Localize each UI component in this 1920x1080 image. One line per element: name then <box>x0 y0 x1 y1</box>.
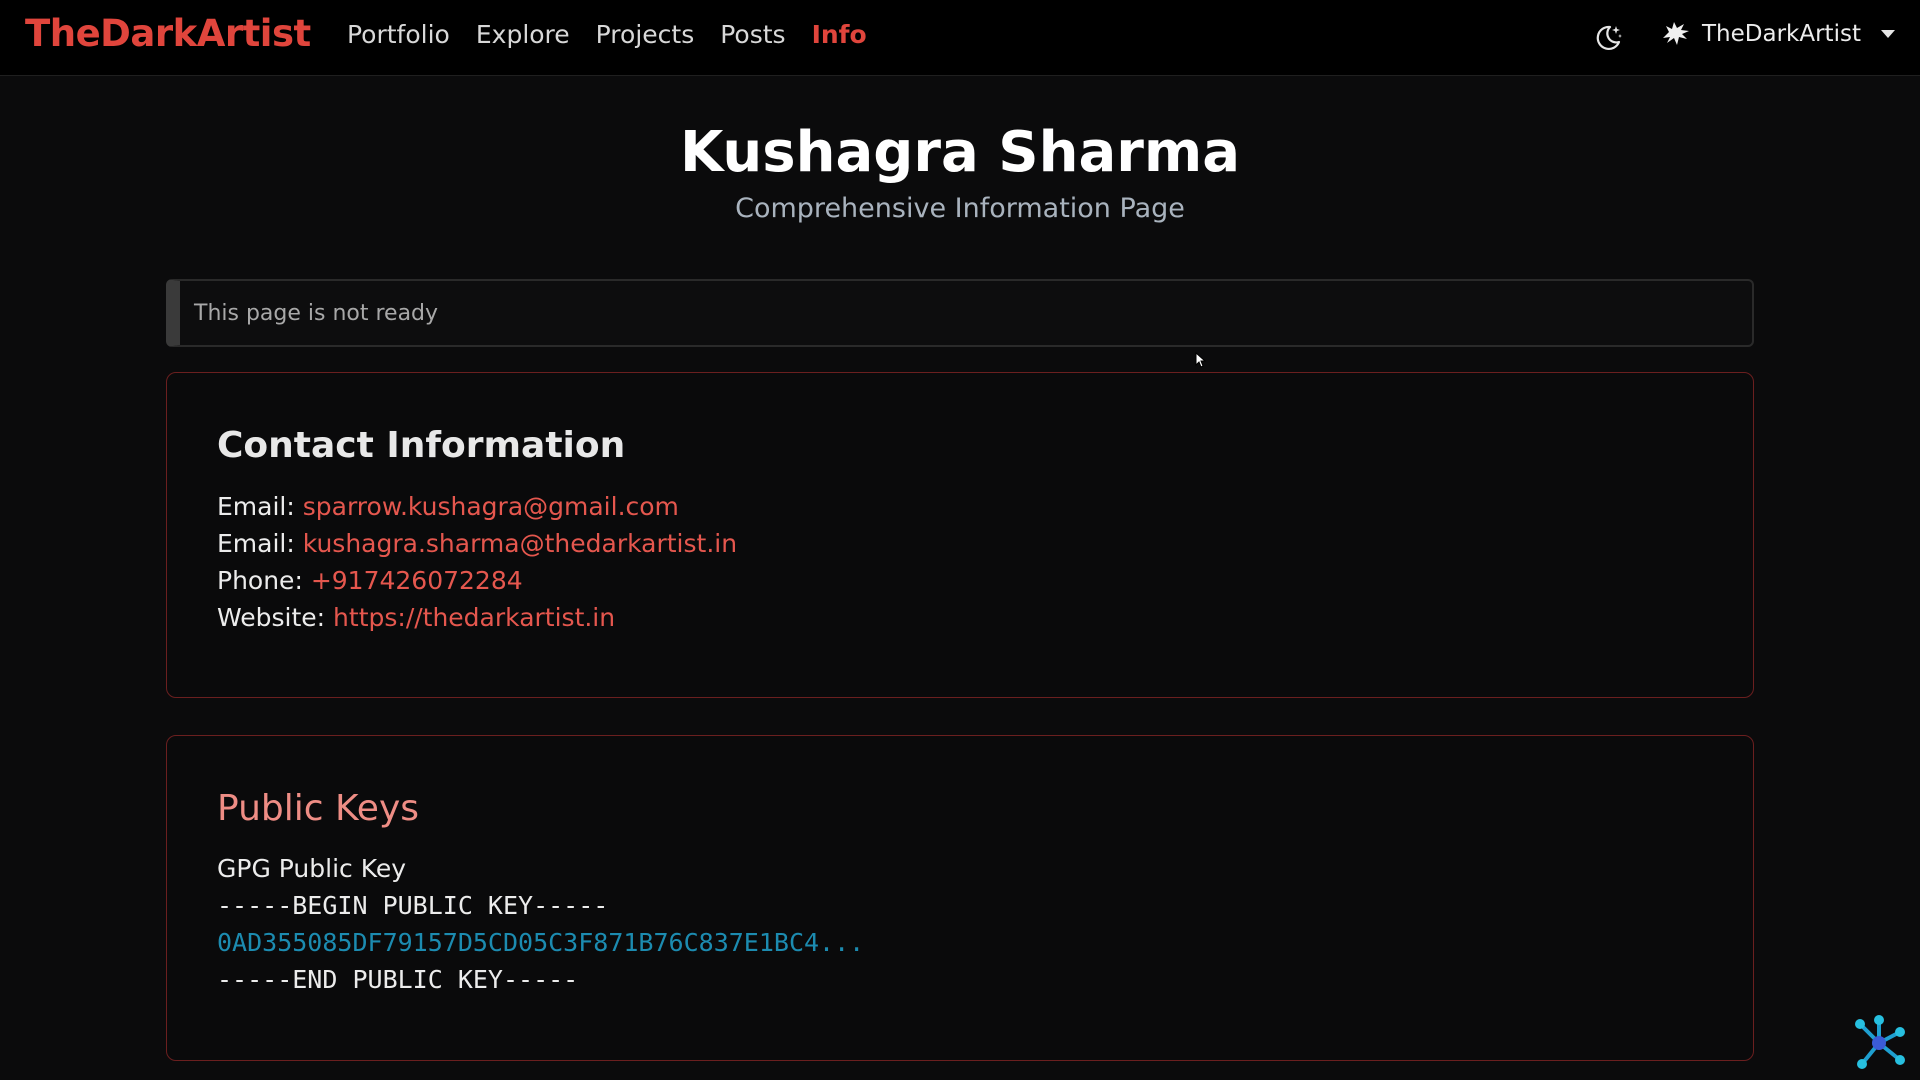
contact-title: Contact Information <box>217 425 626 466</box>
phone-link[interactable]: +917426072284 <box>311 566 523 595</box>
page-subtitle: Comprehensive Information Page <box>735 193 1185 224</box>
top-navbar: TheDarkArtist Portfolio Explore Projects… <box>0 0 1920 76</box>
public-keys-card: Public Keys GPG Public Key -----BEGIN PU… <box>166 735 1754 1061</box>
key-end-line: -----END PUBLIC KEY----- <box>217 965 579 994</box>
nav-link-info[interactable]: Info <box>812 20 867 49</box>
public-keys-title: Public Keys <box>217 788 420 829</box>
contact-label: Email: <box>217 492 295 521</box>
network-nodes-icon[interactable] <box>1850 1014 1908 1072</box>
nav-link-explore[interactable]: Explore <box>476 20 570 49</box>
wolf-avatar-icon <box>1663 22 1689 45</box>
page-title: Kushagra Sharma <box>680 120 1240 185</box>
moon-stars-icon[interactable] <box>1592 22 1624 54</box>
nav-link-posts[interactable]: Posts <box>720 20 785 49</box>
contact-label: Website: <box>217 603 326 632</box>
user-menu-dropdown[interactable]: TheDarkArtist <box>1660 18 1895 50</box>
brand-logo-link[interactable]: TheDarkArtist <box>25 12 311 55</box>
contact-card: Contact Information Email: sparrow.kusha… <box>166 372 1754 698</box>
key-begin-line: -----BEGIN PUBLIC KEY----- <box>217 891 609 920</box>
email-link-personal[interactable]: sparrow.kushagra@gmail.com <box>303 492 679 521</box>
gpg-key-fingerprint[interactable]: 0AD355085DF79157D5CD05C3F871B76C837E1BC4… <box>217 924 1703 961</box>
nav-link-portfolio[interactable]: Portfolio <box>347 20 450 49</box>
contact-line-website: Website: https://thedarkartist.in <box>217 599 1703 636</box>
contact-line-phone: Phone: +917426072284 <box>217 562 1703 599</box>
user-name: TheDarkArtist <box>1702 21 1861 47</box>
contact-line-email-1: Email: sparrow.kushagra@gmail.com <box>217 488 1703 525</box>
gpg-key-label: GPG Public Key <box>217 854 407 883</box>
nav-links: Portfolio Explore Projects Posts Info <box>347 20 867 49</box>
notice-banner: This page is not ready <box>166 279 1754 347</box>
contact-label: Email: <box>217 529 295 558</box>
contact-label: Phone: <box>217 566 303 595</box>
contact-line-email-2: Email: kushagra.sharma@thedarkartist.in <box>217 525 1703 562</box>
email-link-work[interactable]: kushagra.sharma@thedarkartist.in <box>303 529 737 558</box>
nav-link-projects[interactable]: Projects <box>596 20 695 49</box>
caret-down-icon <box>1880 30 1895 38</box>
notice-text: This page is not ready <box>194 300 439 326</box>
mouse-cursor-icon <box>1195 352 1207 368</box>
website-link[interactable]: https://thedarkartist.in <box>333 603 615 632</box>
